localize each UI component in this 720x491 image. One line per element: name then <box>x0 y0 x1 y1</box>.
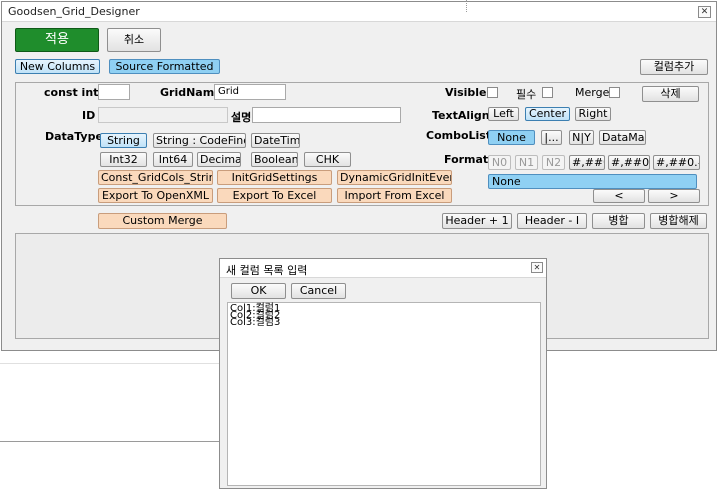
dialog-close-icon[interactable]: ✕ <box>531 262 543 273</box>
align-center-button[interactable]: Center <box>525 107 570 121</box>
custom-merge-button[interactable]: Custom Merge <box>98 213 227 229</box>
merge-label: Merge <box>575 86 610 99</box>
add-column-button[interactable]: 컬럼추가 <box>640 59 708 75</box>
column-list-textarea[interactable]: Col1:컬럼1 Col2:컬럼2 Col3:컬럼3 <box>227 302 541 486</box>
format-n3-pattern-button[interactable]: #,##0.##0 <box>653 155 700 170</box>
unmerge-button[interactable]: 병합해제 <box>650 213 707 229</box>
export-excel-button[interactable]: Export To Excel <box>217 188 332 203</box>
const-gridcols-button[interactable]: Const_GridCols_String <box>98 170 213 185</box>
format-n0-button[interactable]: N0 <box>488 155 511 170</box>
align-right-button[interactable]: Right <box>575 107 611 121</box>
desc-input[interactable] <box>252 107 401 123</box>
id-label: ID <box>82 109 96 122</box>
gridname-label: GridName <box>160 86 222 99</box>
dialog-ok-button[interactable]: OK <box>231 283 286 299</box>
next-button[interactable]: > <box>648 189 700 203</box>
dialog-title: 새 컬럼 목록 입력 <box>226 264 308 277</box>
format-dropdown[interactable]: None <box>488 174 697 189</box>
combolist-ny-button[interactable]: N|Y <box>569 130 594 145</box>
textalign-label: TextAlign <box>432 109 490 122</box>
align-left-button[interactable]: Left <box>488 107 519 121</box>
datatype-datetime-button[interactable]: DateTime <box>251 133 300 148</box>
desc-label: 설명 <box>231 111 252 124</box>
datatype-chk-button[interactable]: CHK <box>304 152 351 167</box>
gridname-input[interactable]: Grid <box>214 84 286 100</box>
datatype-label: DataType <box>45 130 103 143</box>
new-columns-dialog: 새 컬럼 목록 입력 ✕ OK Cancel Col1:컬럼1 Col2:컬럼2… <box>219 258 547 489</box>
datatype-string-button[interactable]: String <box>100 133 147 148</box>
title-bar: Goodsen_Grid_Designer ✕ <box>2 2 716 22</box>
merge-checkbox[interactable] <box>609 87 620 98</box>
format-label: Format <box>444 153 489 166</box>
const-int-input[interactable] <box>98 84 130 100</box>
dialog-cancel-button[interactable]: Cancel <box>291 283 346 299</box>
background-divider <box>0 363 219 364</box>
column-list-line: Col3:컬럼3 <box>230 317 281 328</box>
datatype-codefind-button[interactable]: String : CodeFind <box>153 133 246 148</box>
background-divider <box>466 0 467 12</box>
source-formatted-button[interactable]: Source Formatted <box>109 59 220 74</box>
format-n0-pattern-button[interactable]: #,##0 <box>569 155 605 170</box>
required-checkbox[interactable] <box>542 87 553 98</box>
datatype-int64-button[interactable]: Int64 <box>153 152 193 167</box>
visible-checkbox[interactable] <box>487 87 498 98</box>
new-columns-button[interactable]: New Columns <box>15 59 100 74</box>
delete-button[interactable]: 삭제 <box>642 86 699 102</box>
window-title: Goodsen_Grid_Designer <box>8 5 140 18</box>
format-n2-button[interactable]: N2 <box>542 155 565 170</box>
combolist-label: ComboList <box>426 129 492 142</box>
background-divider <box>0 441 219 442</box>
required-label: 필수 <box>516 88 537 101</box>
datatype-decimal-button[interactable]: Decimal <box>197 152 241 167</box>
header-minus-button[interactable]: Header - I <box>517 213 587 229</box>
combolist-datamap-button[interactable]: DataMap <box>599 130 646 145</box>
dynamicgridinitevent-button[interactable]: DynamicGridInitEvent <box>337 170 452 185</box>
close-icon[interactable]: ✕ <box>698 6 711 18</box>
initgridsettings-button[interactable]: InitGridSettings <box>217 170 332 185</box>
visible-label: Visible <box>445 86 487 99</box>
dialog-title-bar: 새 컬럼 목록 입력 ✕ <box>220 259 546 278</box>
export-openxml-button[interactable]: Export To OpenXML <box>98 188 213 203</box>
cancel-button[interactable]: 취소 <box>107 28 161 52</box>
header-plus-button[interactable]: Header + 1 <box>442 213 512 229</box>
datatype-boolean-button[interactable]: Boolean <box>251 152 298 167</box>
id-input[interactable] <box>98 107 228 123</box>
format-n1-pattern-button[interactable]: #,##0.0 <box>608 155 650 170</box>
merge-button[interactable]: 병합 <box>592 213 645 229</box>
import-excel-button[interactable]: Import From Excel <box>337 188 452 203</box>
combolist-pipe-button[interactable]: |... <box>541 130 562 145</box>
const-int-label: const int <box>44 86 99 99</box>
prev-button[interactable]: < <box>593 189 645 203</box>
combolist-none-button[interactable]: None <box>488 130 535 145</box>
datatype-int32-button[interactable]: Int32 <box>100 152 147 167</box>
format-n1-button[interactable]: N1 <box>515 155 538 170</box>
apply-button[interactable]: 적용 <box>15 28 99 52</box>
